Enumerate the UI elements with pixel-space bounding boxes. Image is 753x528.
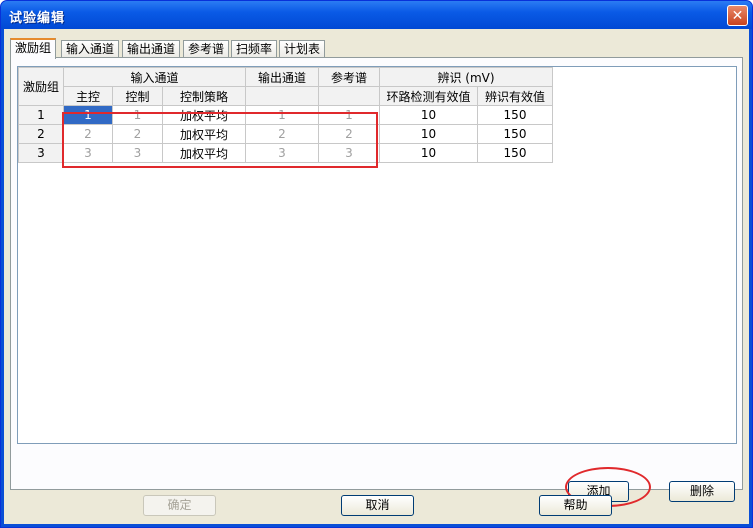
help-button[interactable]: 帮助 [539, 495, 612, 516]
ident-rms-cell[interactable]: 150 [477, 105, 553, 125]
test-edit-dialog: 试验编辑 ✕ 激励组 输入通道 输出通道 参考谱 扫频率 计划表 激励组 输入通… [0, 0, 753, 528]
tab-reference-spectrum[interactable]: 参考谱 [183, 40, 230, 57]
header-master: 主控 [63, 86, 113, 106]
ident-rms-cell[interactable]: 150 [477, 124, 553, 144]
cancel-button[interactable]: 取消 [341, 495, 414, 516]
tab-panel: 激励组 输入通道 输出通道 参考谱 辨识 (mV) 主控 控制 控制策略 环路检… [10, 57, 743, 507]
header-excitation-group: 激励组 [18, 67, 64, 106]
row-group-cell[interactable]: 2 [18, 124, 64, 144]
tab-input-channel[interactable]: 输入通道 [61, 40, 120, 57]
tab-schedule[interactable]: 计划表 [279, 40, 326, 57]
header-ident-rms: 辨识有效值 [477, 86, 553, 106]
annotation-highlight-rectangle [62, 112, 378, 168]
delete-button[interactable]: 删除 [669, 481, 735, 502]
header-output-blank [245, 86, 319, 106]
header-reference-spectrum: 参考谱 [318, 67, 380, 87]
tab-excitation-group[interactable]: 激励组 [10, 38, 57, 59]
loop-rms-cell[interactable]: 10 [379, 143, 478, 163]
header-control: 控制 [112, 86, 163, 106]
ident-rms-cell[interactable]: 150 [477, 143, 553, 163]
close-button[interactable]: ✕ [727, 5, 748, 26]
header-output-channel: 输出通道 [245, 67, 319, 87]
header-reference-blank [318, 86, 380, 106]
loop-rms-cell[interactable]: 10 [379, 105, 478, 125]
tab-output-channel[interactable]: 输出通道 [122, 40, 181, 57]
row-group-cell[interactable]: 3 [18, 143, 64, 163]
header-loop-rms: 环路检测有效值 [379, 86, 478, 106]
excitation-grid: 激励组 输入通道 输出通道 参考谱 辨识 (mV) 主控 控制 控制策略 环路检… [17, 66, 737, 444]
header-discrimination: 辨识 (mV) [379, 67, 553, 87]
row-group-cell[interactable]: 1 [18, 105, 64, 125]
tab-sweep-rate[interactable]: 扫频率 [231, 40, 278, 57]
header-control-strategy: 控制策略 [162, 86, 246, 106]
title-bar[interactable]: 试验编辑 ✕ [1, 1, 752, 29]
window-title: 试验编辑 [9, 11, 66, 26]
loop-rms-cell[interactable]: 10 [379, 124, 478, 144]
ok-button[interactable]: 确定 [143, 495, 216, 516]
dialog-client-area: 激励组 输入通道 输出通道 参考谱 扫频率 计划表 激励组 输入通道 输出通道 [4, 29, 749, 524]
header-input-channel: 输入通道 [63, 67, 246, 87]
